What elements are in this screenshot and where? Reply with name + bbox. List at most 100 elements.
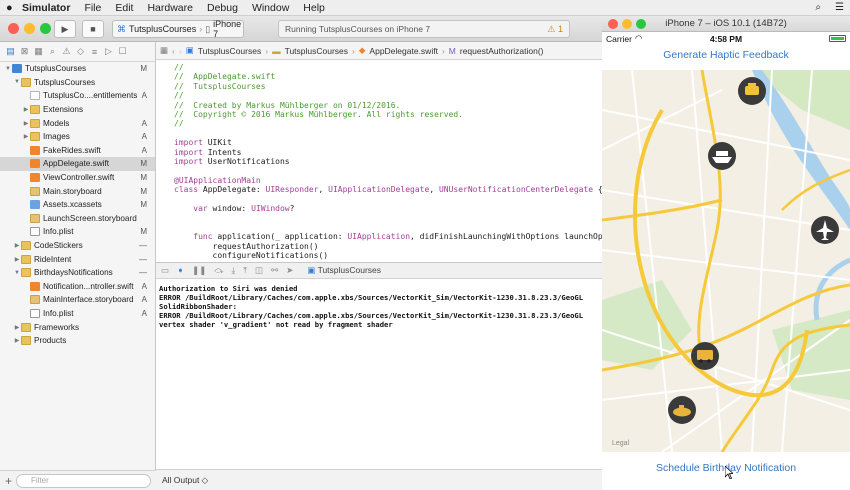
navigator-filter-field[interactable]: Filter <box>16 473 151 488</box>
code-line: ​ <box>174 223 602 232</box>
map-view[interactable]: Legal <box>602 70 850 452</box>
submarine-pin-icon[interactable] <box>668 396 696 424</box>
menu-hardware[interactable]: Hardware <box>147 2 193 14</box>
breakpoint-navigator-icon[interactable]: ▷ <box>104 46 113 57</box>
sim-zoom-button[interactable] <box>636 19 646 29</box>
menu-edit[interactable]: Edit <box>115 2 133 14</box>
navigator-item[interactable]: Main.storyboard M <box>0 184 155 198</box>
menu-file[interactable]: File <box>84 2 101 14</box>
add-file-button[interactable]: + <box>5 474 12 488</box>
jumpbar-crumb-group[interactable]: TutsplusCourses <box>285 46 348 56</box>
step-over-icon[interactable]: ⤼ <box>214 265 223 276</box>
jumpbar-crumb-file[interactable]: AppDelegate.swift <box>369 46 438 56</box>
navigator-item[interactable]: ▼ BirthdaysNotifications — <box>0 266 155 280</box>
navigator-item[interactable]: ▶ Products <box>0 334 155 348</box>
find-navigator-icon[interactable]: ⌕ <box>48 46 57 57</box>
back-arrow-icon[interactable]: ‹ <box>172 46 175 56</box>
navigator-item[interactable]: Notification...ntroller.swift A <box>0 280 155 294</box>
disclosure-closed-icon[interactable]: ▶ <box>13 256 21 263</box>
navigator-item[interactable]: LaunchScreen.storyboard <box>0 212 155 226</box>
issue-navigator-icon[interactable]: ⚠ <box>62 46 71 57</box>
code-token: // <box>174 91 184 101</box>
navigator-item[interactable]: TutsplusCo....entitlements A <box>0 89 155 103</box>
notification-center-icon[interactable]: ☰ <box>835 2 844 13</box>
navigator-item[interactable]: ▼ TutsplusCourses <box>0 76 155 90</box>
code-token: requestAuthorization() <box>174 241 319 251</box>
disclosure-closed-icon[interactable]: ▶ <box>22 133 30 140</box>
symbol-navigator-icon[interactable]: ▦ <box>34 46 43 57</box>
navigator-item-label: TutsplusCo....entitlements <box>43 91 138 101</box>
memory-graph-icon[interactable]: ⚯ <box>271 265 278 276</box>
close-window-button[interactable] <box>8 23 19 34</box>
navigator-item[interactable]: FakeRides.swift A <box>0 144 155 158</box>
plane-pin-icon[interactable] <box>811 216 839 244</box>
debug-target[interactable]: ▣ TutsplusCourses <box>307 265 381 276</box>
apple-icon[interactable]: ● <box>6 2 22 14</box>
navigator-item[interactable]: AppDelegate.swift M <box>0 157 155 171</box>
navigator-item[interactable]: Assets.xcassets M <box>0 198 155 212</box>
navigator-item[interactable]: ▶ RideIntent — <box>0 252 155 266</box>
debug-navigator-icon[interactable]: ≡ <box>90 47 99 57</box>
warning-indicator[interactable]: ⚠ 1 <box>547 24 563 35</box>
menu-window[interactable]: Window <box>252 2 289 14</box>
run-button[interactable]: ▶ <box>54 20 76 38</box>
scheme-selector[interactable]: ⌘ TutsplusCourses › ▯ iPhone 7 <box>112 19 244 39</box>
code-token: UIKit <box>202 138 232 148</box>
menu-debug[interactable]: Debug <box>207 2 238 14</box>
report-navigator-icon[interactable]: ☐ <box>118 46 127 57</box>
stop-button[interactable]: ■ <box>82 20 104 38</box>
step-into-icon[interactable]: ⤓ <box>232 265 236 276</box>
code-line: @UIApplicationMain <box>174 176 602 185</box>
test-navigator-icon[interactable]: ◇ <box>76 46 85 57</box>
navigator-item[interactable]: ▶ Models A <box>0 116 155 130</box>
folder-icon <box>21 77 31 87</box>
navigator-item[interactable]: ▶ CodeStickers — <box>0 239 155 253</box>
navigator-item[interactable]: ▶ Extensions <box>0 103 155 117</box>
breakpoints-toggle-icon[interactable]: ➧ <box>177 265 184 276</box>
disclosure-closed-icon[interactable]: ▶ <box>22 106 30 113</box>
spotlight-search-icon[interactable]: ⌕ <box>815 2 821 13</box>
disclosure-closed-icon[interactable]: ▶ <box>13 337 21 344</box>
sim-close-button[interactable] <box>608 19 618 29</box>
taxi-pin-icon[interactable] <box>738 77 766 105</box>
menu-app-name[interactable]: Simulator <box>22 2 70 14</box>
navigator-item[interactable]: Info.plist A <box>0 307 155 321</box>
navigator-item[interactable]: MainInterface.storyboard A <box>0 293 155 307</box>
disclosure-open-icon[interactable]: ▼ <box>13 270 21 276</box>
debug-console[interactable]: Authorization to Siri was denied ERROR /B… <box>156 279 602 469</box>
simulate-location-icon[interactable]: ➤ <box>286 265 293 276</box>
disclosure-open-icon[interactable]: ▼ <box>13 79 21 85</box>
navigator-item-label: RideIntent <box>34 254 72 264</box>
source-control-status-badge: M <box>140 227 147 237</box>
code-area[interactable]: //// AppDelegate.swift// TutsplusCourses… <box>156 60 602 262</box>
zoom-window-button[interactable] <box>40 23 51 34</box>
van-pin-icon[interactable] <box>691 342 719 370</box>
minimize-window-button[interactable] <box>24 23 35 34</box>
jumpbar-crumb-project[interactable]: TutsplusCourses <box>198 46 261 56</box>
disclosure-open-icon[interactable]: ▼ <box>4 66 12 72</box>
boat-pin-icon[interactable] <box>708 142 736 170</box>
menu-help[interactable]: Help <box>303 2 325 14</box>
navigator-item[interactable]: ▶ Frameworks <box>0 320 155 334</box>
source-control-icon[interactable]: ⊠ <box>20 46 29 57</box>
output-filter-select[interactable]: All Output ◇ <box>162 475 208 486</box>
navigator-item[interactable]: ViewController.swift M <box>0 171 155 185</box>
related-items-icon[interactable]: ▦ <box>160 45 168 56</box>
map-legal-link[interactable]: Legal <box>612 440 629 447</box>
step-out-icon[interactable]: ⤒ <box>243 265 247 276</box>
navigator-item-label: Frameworks <box>34 322 80 332</box>
navigator-item[interactable]: ▶ Images A <box>0 130 155 144</box>
view-debugger-icon[interactable]: ◫ <box>255 265 263 276</box>
generate-haptic-feedback-button[interactable]: Generate Haptic Feedback <box>602 46 850 64</box>
pause-icon[interactable]: ❚❚ <box>192 265 206 276</box>
navigator-item[interactable]: Info.plist M <box>0 225 155 239</box>
project-navigator-icon[interactable]: ▤ <box>6 46 15 57</box>
sim-minimize-button[interactable] <box>622 19 632 29</box>
navigator-item[interactable]: ▼ TutsplusCourses M <box>0 62 155 76</box>
disclosure-closed-icon[interactable]: ▶ <box>13 242 21 249</box>
forward-arrow-icon[interactable]: › <box>179 46 182 56</box>
hide-debug-area-icon[interactable]: ▭ <box>161 265 169 276</box>
disclosure-closed-icon[interactable]: ▶ <box>22 120 30 127</box>
jumpbar-crumb-method[interactable]: requestAuthorization() <box>460 46 544 56</box>
disclosure-closed-icon[interactable]: ▶ <box>13 324 21 331</box>
